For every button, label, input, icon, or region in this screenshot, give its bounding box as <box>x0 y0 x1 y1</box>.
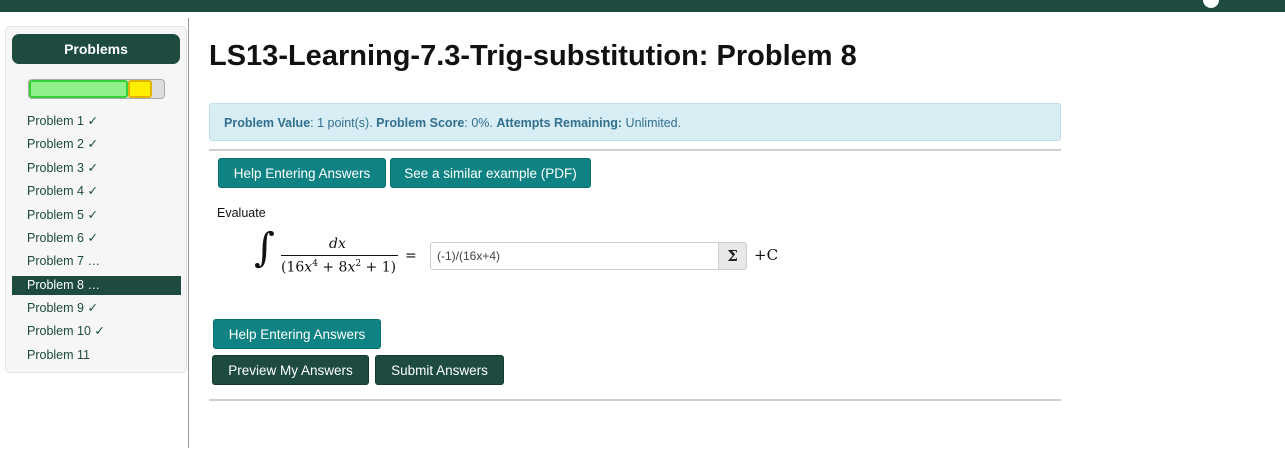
sidebar-problem-item[interactable]: Problem 7 … <box>12 250 181 273</box>
preview-answers-button[interactable]: Preview My Answers <box>212 355 369 385</box>
problem-prompt: Evaluate <box>217 206 266 220</box>
user-icon[interactable] <box>1203 0 1219 8</box>
equals-sign: = <box>405 248 417 264</box>
bottom-divider <box>209 399 1061 401</box>
help-entering-answers-button[interactable]: Help Entering Answers <box>218 158 386 188</box>
page-title: LS13-Learning-7.3-Trig-substitution: Pro… <box>209 40 857 72</box>
constant-of-integration: +C <box>754 246 779 264</box>
sidebar-divider <box>188 18 189 448</box>
fraction-denominator: (16x4 + 8x2 + 1) <box>281 259 397 276</box>
progress-bar <box>28 79 165 99</box>
problem-value-label: Problem Value <box>224 116 311 130</box>
problem-score-text: : 0%. <box>464 116 497 130</box>
submit-answers-button[interactable]: Submit Answers <box>375 355 504 385</box>
top-navbar <box>0 0 1285 12</box>
progress-partial-segment <box>128 80 152 98</box>
sidebar-problem-item[interactable]: Problem 11 <box>12 344 181 367</box>
problem-score-label: Problem Score <box>376 116 465 130</box>
sidebar-header: Problems <box>12 34 180 64</box>
equation-editor-sigma-button[interactable]: Σ <box>718 242 747 270</box>
sidebar-problem-item[interactable]: Problem 10 ✓ <box>12 320 181 343</box>
answer-input[interactable] <box>430 242 718 270</box>
problem-value-text: : 1 point(s). <box>310 116 377 130</box>
problem-sidebar: Problems Problem 1 ✓ Problem 2 ✓ Problem 3… <box>5 26 187 373</box>
fraction-bar <box>281 255 398 256</box>
problem-status-alert: Problem Value: 1 point(s). Problem Score… <box>209 103 1061 141</box>
sidebar-problem-item[interactable]: Problem 5 ✓ <box>12 204 181 227</box>
similar-example-pdf-button[interactable]: See a similar example (PDF) <box>390 158 591 188</box>
top-divider <box>209 149 1061 151</box>
sidebar-problem-item[interactable]: Problem 1 ✓ <box>12 110 181 133</box>
sidebar-problem-item[interactable]: Problem 2 ✓ <box>12 133 181 156</box>
sidebar-problem-item[interactable]: Problem 9 ✓ <box>12 297 181 320</box>
integral-sign: ∫ <box>254 225 275 271</box>
attempts-label: Attempts Remaining: <box>496 116 623 130</box>
sidebar-problem-item[interactable]: Problem 8 … <box>12 275 181 295</box>
sidebar-problem-item[interactable]: Problem 4 ✓ <box>12 180 181 203</box>
progress-correct-segment <box>29 80 128 98</box>
fraction-numerator: dx <box>329 236 346 252</box>
help-entering-answers-bottom-button[interactable]: Help Entering Answers <box>213 319 381 349</box>
sidebar-problem-item[interactable]: Problem 3 ✓ <box>12 157 181 180</box>
problem-list: Problem 1 ✓ Problem 2 ✓ Problem 3 ✓ Problem… <box>12 110 181 367</box>
attempts-text: Unlimited. <box>622 116 682 130</box>
sidebar-problem-item[interactable]: Problem 6 ✓ <box>12 227 181 250</box>
